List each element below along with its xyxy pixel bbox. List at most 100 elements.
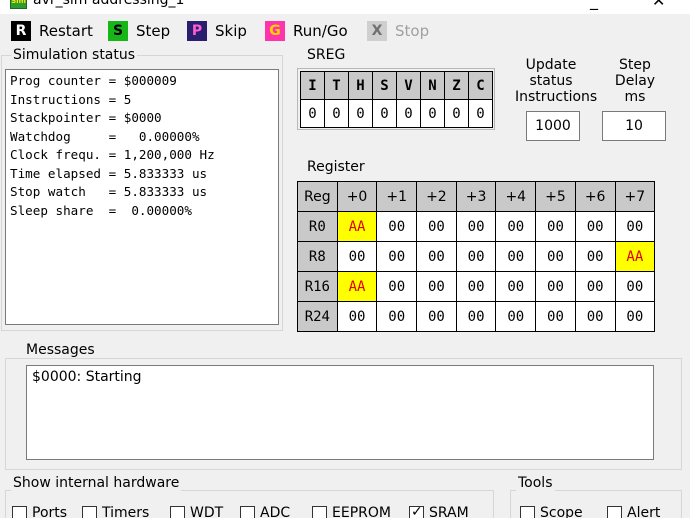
skip-button[interactable]: P Skip (187, 20, 247, 42)
update-status-label-line: Update (525, 57, 577, 73)
sreg-flag-value: 0 (468, 99, 493, 128)
checkbox-label: Scope (540, 505, 583, 518)
checkbox-label: Alert (627, 505, 661, 518)
stop-button[interactable]: X Stop (367, 20, 429, 42)
checkbox-box[interactable] (12, 505, 27, 518)
register-col-header: +2 (416, 181, 457, 212)
update-status-label-line: Instructions (515, 89, 598, 105)
register-cell: 00 (574, 301, 616, 332)
register-cell: 00 (495, 241, 537, 272)
register-col-header: +6 (574, 181, 616, 212)
update-status-input[interactable]: 1000 (526, 111, 580, 141)
restart-label: Restart (39, 22, 93, 40)
sreg-flag-name: S (372, 71, 397, 100)
register-col-header: +0 (336, 181, 378, 212)
window-title: avr_sim addressing_1 (33, 0, 185, 8)
simulation-status-text: Prog counter = $000009 Instructions = 5 … (5, 69, 279, 325)
checkbox-scope[interactable]: Scope (520, 505, 583, 518)
register-cell: 00 (535, 271, 576, 302)
register-row-name: R0 (297, 211, 338, 242)
register-table: Reg +0 +1 +2 +3 +4 +5 +6 +7 R0 AA 00 00 00 00… (297, 181, 656, 332)
register-cell: 00 (535, 301, 576, 332)
register-row: R24 00 00 00 00 00 00 00 00 (297, 301, 656, 332)
step-icon: S (108, 21, 128, 41)
register-col-header: +1 (376, 181, 418, 212)
sreg-panel: I T H S V N Z C 0 0 0 0 0 0 0 0 (297, 68, 495, 130)
register-cell: 00 (535, 211, 576, 242)
checkbox-box[interactable] (409, 504, 424, 518)
checkbox-adc[interactable]: ADC (240, 505, 290, 518)
tools-title: Tools (516, 475, 555, 491)
messages-title: Messages (24, 342, 97, 358)
run-go-button[interactable]: G Run/Go (265, 20, 348, 42)
step-delay-input[interactable]: 10 (602, 111, 666, 141)
register-cell: 00 (376, 211, 418, 242)
minimize-button[interactable]: _ (590, 0, 598, 10)
register-cell: 00 (416, 211, 457, 242)
register-cell: 00 (614, 271, 656, 302)
register-cell: 00 (376, 301, 418, 332)
sreg-flag-name: I (300, 71, 325, 100)
sreg-flag-name: V (396, 71, 421, 100)
register-cell: AA (336, 271, 378, 302)
messages-box[interactable]: $0000: Starting (26, 365, 654, 460)
title-bar: Sim avr_sim addressing_1 _ ✕ (0, 0, 690, 14)
stop-label: Stop (395, 22, 430, 40)
sreg-flag-value: 0 (444, 99, 469, 128)
register-cell: 00 (495, 301, 537, 332)
register-cell: 00 (455, 211, 497, 242)
status-line: Clock frequ. = 1,200,000 Hz (10, 147, 215, 162)
register-cell: AA (336, 211, 378, 242)
checkbox-box[interactable] (520, 505, 535, 518)
simulation-status-title: Simulation status (11, 47, 138, 63)
register-cell: 00 (574, 271, 616, 302)
checkbox-eeprom[interactable]: EEPROM (312, 505, 391, 518)
toolbar: R Restart S Step P Skip G Run/Go X Stop (0, 18, 690, 44)
sreg-flag-value: 0 (372, 99, 397, 128)
sreg-flag-value: 0 (324, 99, 349, 128)
checkbox-box[interactable] (240, 505, 255, 518)
sreg-title: SREG (305, 47, 348, 63)
register-cell: 00 (614, 211, 656, 242)
register-cell: 00 (336, 301, 378, 332)
checkbox-ports[interactable]: Ports (12, 505, 67, 518)
status-line: Watchdog = 0.00000% (10, 128, 200, 144)
register-cell: 00 (614, 301, 656, 332)
step-delay-label-line: ms (624, 89, 646, 105)
register-cell: 00 (455, 301, 497, 332)
checkbox-alert[interactable]: Alert (607, 505, 660, 518)
checkbox-wdt[interactable]: WDT (170, 505, 223, 518)
status-line: Instructions = 5 (10, 91, 132, 107)
checkbox-sram[interactable]: SRAM (409, 504, 469, 518)
close-button[interactable]: ✕ (652, 0, 665, 10)
register-panel: Reg +0 +1 +2 +3 +4 +5 +6 +7 R0 AA 00 00 00 00… (297, 181, 657, 334)
register-cell: 00 (336, 241, 378, 272)
sreg-flag-value: 0 (300, 99, 325, 128)
register-row-name: R16 (297, 271, 338, 302)
register-row: R16 AA 00 00 00 00 00 00 00 (297, 271, 656, 302)
step-delay-label: Step Delay ms (607, 57, 663, 105)
checkbox-box[interactable] (170, 505, 185, 518)
checkbox-box[interactable] (607, 505, 622, 518)
register-col-header: +4 (495, 181, 537, 212)
register-row-name: R24 (297, 301, 338, 332)
register-cell: 00 (574, 211, 616, 242)
checkbox-label: EEPROM (332, 505, 391, 518)
run-go-icon: G (265, 21, 285, 41)
checkbox-label: WDT (190, 505, 224, 518)
checkbox-box[interactable] (82, 505, 97, 518)
update-status-label-line: status (529, 73, 573, 89)
register-cell: 00 (376, 271, 418, 302)
register-cell: 00 (416, 301, 457, 332)
register-cell: 00 (376, 241, 418, 272)
message-line: $0000: Starting (32, 369, 142, 385)
checkbox-box[interactable] (312, 505, 327, 518)
restart-button[interactable]: R Restart (11, 20, 93, 42)
status-line: Stackpointer = $0000 (10, 110, 162, 125)
checkbox-timers[interactable]: Timers (82, 505, 149, 518)
status-line: Time elapsed = 5.833333 us (10, 165, 208, 181)
step-button[interactable]: S Step (108, 20, 170, 42)
register-cell: 00 (455, 241, 497, 272)
register-cell: 00 (416, 271, 457, 302)
step-label: Step (136, 22, 171, 40)
